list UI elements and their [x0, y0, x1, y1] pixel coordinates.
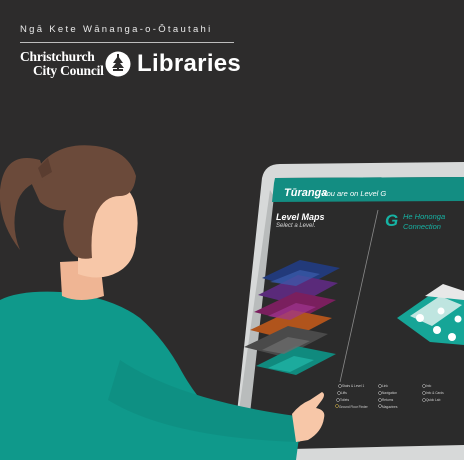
legend-item: Info: [426, 384, 432, 388]
level-maps-title: Level Maps: [276, 212, 325, 222]
legend-item: Quick Lab: [426, 398, 441, 402]
kiosk-title: Tūranga: [284, 187, 328, 199]
legend-item: Returns: [382, 398, 394, 402]
legend-item: Navigation: [382, 391, 398, 395]
legend-item: Stairs & Level 1: [342, 384, 365, 388]
level-name: He Hononga: [403, 212, 446, 221]
level-subtitle: Connection: [403, 222, 441, 231]
person-ponytail: [0, 158, 46, 250]
legend-item: Info & Cards: [426, 391, 444, 395]
level-letter: G: [385, 211, 399, 230]
legend-item: Lifts: [341, 391, 347, 395]
kiosk-location: You are on Level G: [322, 189, 387, 198]
legend-item: Ground Floor Finder: [339, 405, 368, 409]
legend-item: Magazines: [382, 405, 398, 409]
legend-item: Link: [382, 384, 388, 388]
kiosk-legend: Stairs & Level 1 Lifts Toilets Ground Fl…: [337, 384, 447, 414]
level-maps-subtitle: Select a Level.: [276, 223, 316, 229]
legend-item: Toilets: [340, 398, 350, 402]
